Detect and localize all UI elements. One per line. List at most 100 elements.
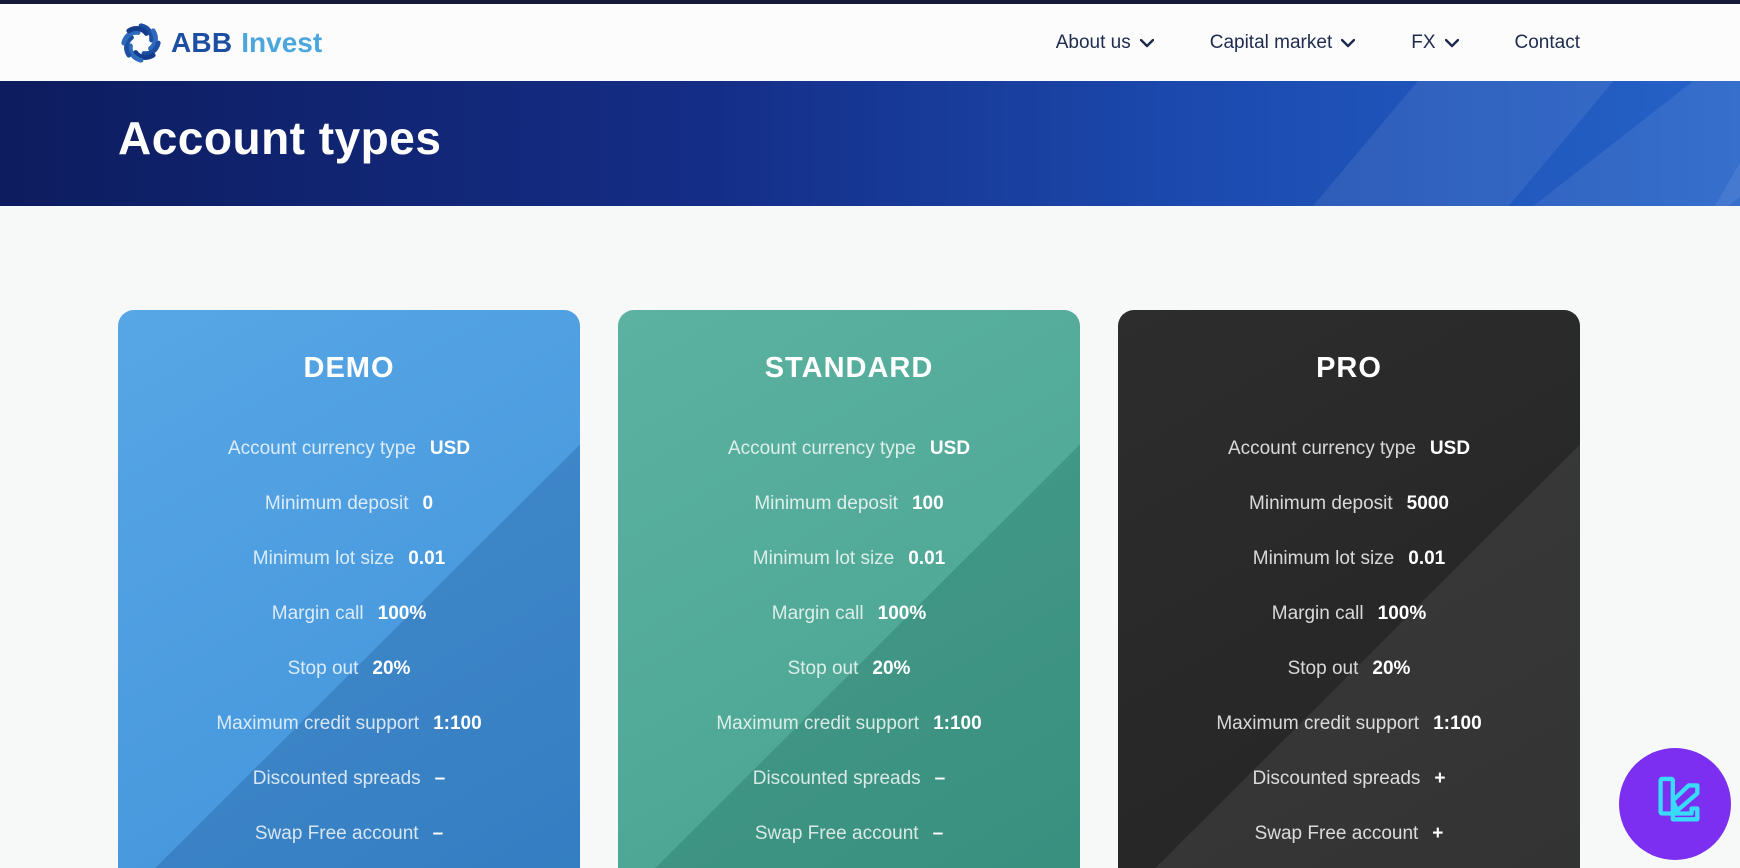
row-label: Account currency type [227, 437, 416, 459]
card-row: Account currency type USD [118, 421, 580, 476]
row-label: Margin call [271, 602, 364, 624]
row-value: + [1432, 822, 1444, 844]
card-pro: PRO Account currency type USD Minimum dep… [1118, 310, 1580, 868]
card-row: Minimum lot size 0.01 [1118, 531, 1580, 586]
row-label: Minimum lot size [252, 547, 395, 569]
row-label: Stop out [1287, 657, 1359, 679]
card-row: Maximum credit support 1:100 [1118, 696, 1580, 751]
row-label: Margin call [771, 602, 864, 624]
card-rows: Account currency type USD Minimum deposit… [118, 421, 580, 861]
row-value: – [434, 767, 446, 789]
row-value: 100% [1377, 602, 1427, 624]
row-value: – [432, 822, 444, 844]
card-title: STANDARD [764, 352, 934, 384]
nav-label: Contact [1514, 31, 1580, 53]
row-value: + [1434, 767, 1446, 789]
row-label: Margin call [1271, 602, 1364, 624]
card-standard: STANDARD Account currency type USD Minimu… [618, 310, 1080, 868]
row-label: Maximum credit support [1216, 712, 1420, 734]
row-label: Minimum deposit [264, 492, 409, 514]
card-row: Maximum credit support 1:100 [618, 696, 1080, 751]
card-row: Minimum lot size 0.01 [618, 531, 1080, 586]
row-label: Maximum credit support [216, 712, 420, 734]
row-value: 100 [911, 492, 944, 514]
row-value: 0.01 [1408, 547, 1446, 569]
card-row: Account currency type USD [618, 421, 1080, 476]
page: ABB Invest About us Capital market FX Co… [0, 0, 1740, 868]
row-value: 1:100 [933, 712, 982, 734]
nav-item-fx[interactable]: FX [1411, 31, 1459, 54]
brand-swirl-icon [118, 20, 164, 66]
nav-item-capital-market[interactable]: Capital market [1210, 32, 1356, 54]
row-label: Maximum credit support [716, 712, 920, 734]
card-row: Swap Free account + [1118, 806, 1580, 861]
card-row: Stop out 20% [1118, 641, 1580, 696]
nav-label: Capital market [1209, 31, 1333, 53]
nav-item-about-us[interactable]: About us [1056, 32, 1154, 54]
brand-name-light: Invest [241, 26, 323, 58]
row-value: USD [929, 437, 971, 459]
card-row: Discounted spreads – [118, 751, 580, 806]
row-label: Discounted spreads [1252, 767, 1421, 789]
card-row: Swap Free account – [618, 806, 1080, 861]
chevron-down-icon [1139, 32, 1154, 54]
row-label: Discounted spreads [252, 767, 421, 789]
card-row: Account currency type USD [1118, 421, 1580, 476]
row-label: Swap Free account [754, 822, 919, 844]
row-value: 100% [377, 602, 427, 624]
nav-label: About us [1055, 31, 1131, 53]
row-label: Minimum deposit [1249, 492, 1393, 514]
row-label: Account currency type [727, 437, 916, 459]
row-label: Discounted spreads [752, 767, 921, 789]
row-value: 100% [877, 602, 927, 624]
chevron-down-icon [1341, 32, 1356, 54]
row-value: 20% [1372, 657, 1411, 679]
card-row: Minimum lot size 0.01 [118, 531, 580, 586]
row-value: – [934, 767, 946, 789]
row-value: USD [429, 437, 471, 459]
row-value: 0.01 [408, 547, 446, 569]
nav-item-contact[interactable]: Contact [1515, 32, 1580, 54]
row-label: Swap Free account [254, 822, 419, 844]
row-value: 20% [372, 657, 411, 679]
card-row: Minimum deposit 5000 [1118, 476, 1580, 531]
row-value: 0 [422, 492, 434, 514]
row-label: Stop out [787, 657, 859, 679]
row-label: Swap Free account [1254, 822, 1419, 844]
card-rows: Account currency type USD Minimum deposit… [618, 421, 1080, 861]
watermark-badge[interactable] [1619, 748, 1731, 860]
brand-logo[interactable]: ABB Invest [118, 20, 322, 66]
page-title: Account types [118, 112, 442, 164]
row-label: Stop out [287, 657, 359, 679]
card-row: Minimum deposit 0 [118, 476, 580, 531]
card-row: Margin call 100% [618, 586, 1080, 641]
lc-logo-icon [1639, 766, 1711, 843]
card-title: DEMO [303, 352, 395, 384]
row-value: 1:100 [433, 712, 482, 734]
row-value: 0.01 [908, 547, 946, 569]
row-label: Minimum deposit [754, 492, 898, 514]
row-value: 1:100 [1433, 712, 1482, 734]
card-row: Minimum deposit 100 [618, 476, 1080, 531]
card-demo: DEMO Account currency type USD Minimum de… [118, 310, 580, 868]
account-type-cards: DEMO Account currency type USD Minimum de… [118, 310, 1740, 868]
row-value: USD [1429, 437, 1471, 459]
card-row: Margin call 100% [1118, 586, 1580, 641]
card-rows: Account currency type USD Minimum deposit… [1118, 421, 1580, 861]
card-row: Swap Free account – [118, 806, 580, 861]
row-label: Minimum lot size [1252, 547, 1395, 569]
card-row: Discounted spreads – [618, 751, 1080, 806]
card-row: Stop out 20% [618, 641, 1080, 696]
hero-banner: Account types [0, 81, 1740, 206]
row-value: 5000 [1406, 492, 1449, 514]
nav-label: FX [1411, 31, 1436, 53]
main-nav: About us Capital market FX Contact [1056, 32, 1580, 54]
row-label: Account currency type [1227, 437, 1416, 459]
row-value: – [932, 822, 944, 844]
navbar: ABB Invest About us Capital market FX Co… [0, 4, 1740, 81]
row-value: 20% [872, 657, 911, 679]
chevron-down-icon [1444, 32, 1459, 54]
row-label: Minimum lot size [752, 547, 895, 569]
card-row: Margin call 100% [118, 586, 580, 641]
card-title: PRO [1316, 352, 1382, 384]
